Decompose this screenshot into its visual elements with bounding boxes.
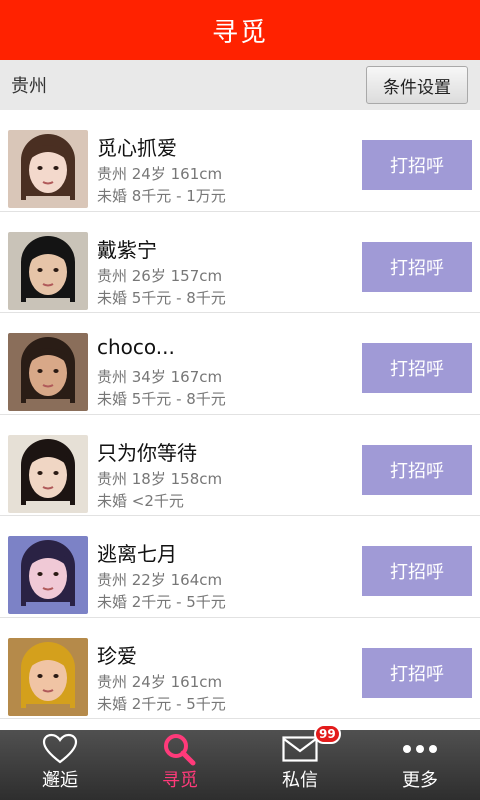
bottom-tab-bar: 邂逅 寻觅 99 私信 更多 — [0, 724, 480, 800]
avatar[interactable] — [8, 434, 88, 513]
user-row[interactable]: choco... 贵州 34岁 167cm 未婚 5千元 - 8千元 打招呼 — [0, 313, 480, 415]
page-title: 寻觅 — [211, 17, 268, 48]
tab-label: 邂逅 — [42, 770, 78, 791]
mail-icon: 99 — [282, 724, 341, 766]
user-row[interactable]: 觅心抓爱 贵州 24岁 161cm 未婚 8千元 - 1万元 打招呼 — [0, 110, 480, 212]
tab-label: 私信 — [282, 770, 318, 791]
user-marital-income: 未婚 5千元 - 8千元 — [97, 288, 226, 307]
tab-more[interactable]: 更多 — [360, 730, 480, 800]
more-icon — [402, 732, 438, 766]
user-row[interactable]: 戴紫宁 贵州 26岁 157cm 未婚 5千元 - 8千元 打招呼 — [0, 211, 480, 313]
filter-settings-button[interactable]: 条件设置 — [366, 66, 468, 104]
avatar[interactable] — [8, 231, 88, 310]
tab-encounter[interactable]: 邂逅 — [0, 730, 120, 800]
heart-icon — [42, 732, 78, 766]
user-name[interactable]: 逃离七月 — [97, 538, 177, 567]
tab-messages[interactable]: 99 私信 — [240, 724, 360, 800]
avatar[interactable] — [8, 637, 88, 716]
say-hello-button[interactable]: 打招呼 — [362, 241, 472, 292]
user-location-age-height: 贵州 34岁 167cm — [97, 368, 223, 386]
top-bar: 寻觅 — [0, 0, 480, 60]
user-row[interactable]: 珍爱 贵州 24岁 161cm 未婚 2千元 - 5千元 打招呼 — [0, 617, 480, 719]
city-label[interactable]: 贵州 — [11, 72, 47, 98]
user-location-age-height: 贵州 24岁 161cm — [97, 165, 223, 183]
say-hello-button[interactable]: 打招呼 — [362, 647, 472, 698]
user-location-age-height: 贵州 26岁 157cm — [97, 266, 223, 285]
avatar[interactable] — [8, 333, 88, 411]
say-hello-button[interactable]: 打招呼 — [362, 140, 472, 190]
say-hello-button[interactable]: 打招呼 — [362, 444, 472, 495]
user-marital-income: 未婚 5千元 - 8千元 — [97, 390, 226, 408]
user-location-age-height: 贵州 24岁 161cm — [97, 672, 223, 691]
say-hello-button[interactable]: 打招呼 — [362, 546, 472, 596]
user-marital-income: 未婚 <2千元 — [97, 491, 184, 510]
user-marital-income: 未婚 8千元 - 1万元 — [97, 187, 226, 205]
avatar[interactable] — [8, 536, 88, 614]
search-icon — [162, 732, 198, 766]
tab-label: 寻觅 — [162, 770, 198, 791]
tab-search[interactable]: 寻觅 — [120, 730, 240, 800]
tab-label: 更多 — [402, 770, 438, 791]
say-hello-button[interactable]: 打招呼 — [362, 343, 472, 393]
user-name[interactable]: 珍爱 — [97, 640, 137, 669]
user-name[interactable]: 只为你等待 — [97, 437, 197, 466]
user-name[interactable]: choco... — [97, 335, 175, 359]
user-list[interactable]: 觅心抓爱 贵州 24岁 161cm 未婚 8千元 - 1万元 打招呼 戴紫宁 贵… — [0, 110, 480, 730]
unread-badge: 99 — [314, 724, 341, 744]
user-name[interactable]: 戴紫宁 — [97, 234, 157, 263]
filter-bar: 贵州 条件设置 — [0, 60, 480, 110]
user-row[interactable]: 只为你等待 贵州 18岁 158cm 未婚 <2千元 打招呼 — [0, 414, 480, 516]
user-name[interactable]: 觅心抓爱 — [97, 132, 177, 161]
user-marital-income: 未婚 2千元 - 5千元 — [97, 694, 226, 713]
avatar[interactable] — [8, 130, 88, 208]
user-location-age-height: 贵州 22岁 164cm — [97, 571, 223, 589]
user-row[interactable]: 逃离七月 贵州 22岁 164cm 未婚 2千元 - 5千元 打招呼 — [0, 516, 480, 618]
user-location-age-height: 贵州 18岁 158cm — [97, 469, 223, 488]
user-marital-income: 未婚 2千元 - 5千元 — [97, 593, 226, 611]
